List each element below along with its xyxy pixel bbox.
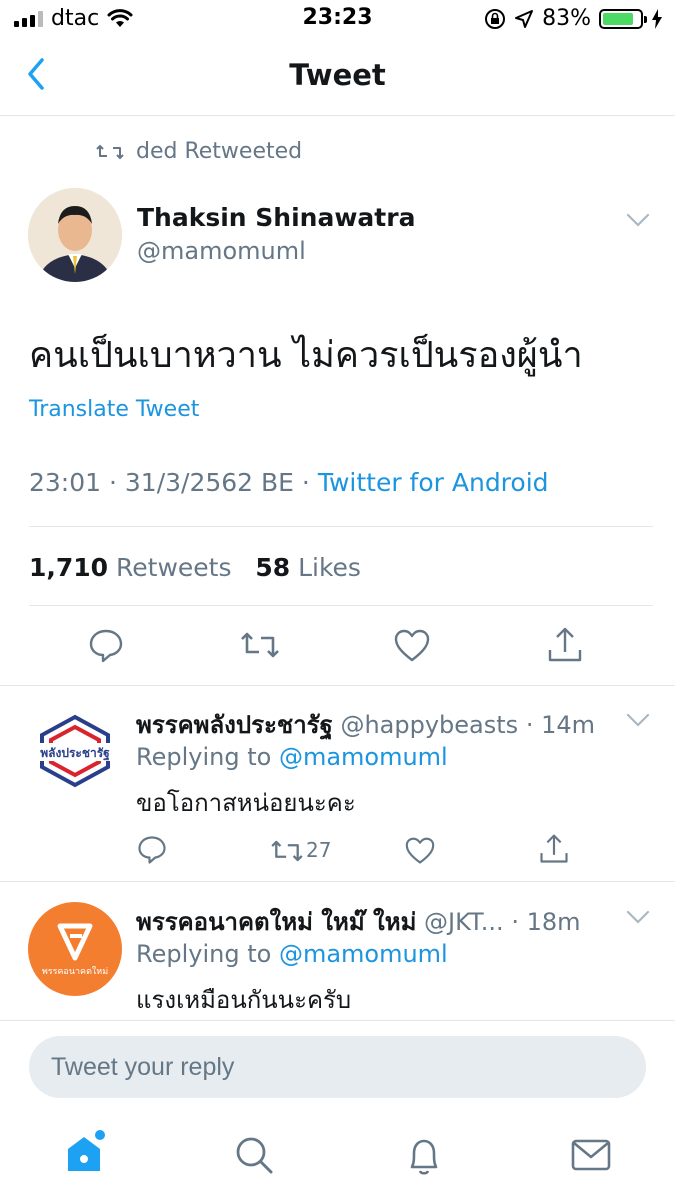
page-title: Tweet [289,58,386,92]
retweeted-by[interactable]: ded Retweeted [96,139,302,164]
battery-icon [599,8,647,29]
search-tab-icon[interactable] [234,1135,274,1175]
replying-to-link[interactable]: @mamomuml [279,743,448,771]
retweet-label[interactable]: Retweets [116,553,231,582]
future-forward-logo-icon: พรรคอนาคตใหม่ [42,923,108,977]
reply-icon[interactable] [137,835,167,865]
reply-icon[interactable] [88,628,124,664]
like-heart-icon[interactable] [394,629,430,663]
tweet-meta: 23:01 · 31/3/2562 BE · Twitter for Andro… [29,468,549,497]
replying-to-prefix: Replying to [136,743,279,771]
like-label[interactable]: Likes [298,553,361,582]
reply-author-handle[interactable]: @happybeasts · 14m [340,711,595,739]
tweet-text: คนเป็นเบาหวาน ไม่ควรเป็นรองผู้นำ [29,335,583,376]
reply-header: พรรคพลังประชารัฐ @happybeasts · 14m [136,705,595,744]
share-icon[interactable] [539,833,569,865]
chevron-down-icon[interactable] [626,213,650,227]
reply-item[interactable]: พรรคอนาคตใหม่ พรรคอนาคตใหม่ ใหม๊ ใหม่ @J… [0,902,675,1020]
status-right: 83% [484,6,663,31]
divider [29,526,653,527]
tweet-stats: 1,710 Retweets 58 Likes [29,553,361,582]
avatar-image [28,188,122,282]
reply-header: พรรคอนาคตใหม่ ใหม๊ ใหม่ @JKT... · 18m [136,902,581,941]
reply-retweet-count[interactable]: 27 [306,838,331,862]
retweet-icon [96,144,124,159]
reply-item[interactable]: พลังประชารัฐ พรรคพลังประชารัฐ @happybeas… [0,705,675,881]
author-handle[interactable]: @mamomuml [137,237,306,265]
pprp-logo-text: พลังประชารัฐ [40,746,110,761]
status-bar: dtac 23:23 83% [0,0,675,40]
reply-composer[interactable] [29,1036,646,1098]
reply-avatar[interactable]: พลังประชารัฐ [28,705,122,799]
reply-avatar[interactable]: พรรคอนาคตใหม่ [28,902,122,996]
reply-author-name[interactable]: พรรคพลังประชารัฐ [136,711,333,739]
reply-text: ขอโอกาสหน่อยนะคะ [136,789,356,817]
retweet-button-icon[interactable] [270,837,304,865]
chevron-down-icon[interactable] [626,713,650,727]
tweet-timestamp: 23:01 · 31/3/2562 BE · [29,468,318,497]
like-count[interactable]: 58 [255,553,290,582]
reply-author-name[interactable]: พรรคอนาคตใหม่ ใหม๊ ใหม่ [136,908,416,936]
reply-text: แรงเหมือนกันนะครับ [136,986,352,1014]
reply-author-handle[interactable]: @JKT... · 18m [424,908,580,936]
reply-input[interactable] [51,1036,621,1098]
replying-to: Replying to @mamomuml [136,940,448,968]
nav-bar: Tweet [0,40,675,116]
tab-bar [0,1115,675,1200]
notifications-tab-icon[interactable] [404,1135,444,1177]
divider [0,881,675,882]
share-icon[interactable] [547,626,583,664]
messages-tab-icon[interactable] [571,1139,611,1171]
chevron-down-icon[interactable] [626,910,650,924]
retweet-count[interactable]: 1,710 [29,553,108,582]
battery-percent: 83% [542,6,591,31]
replying-to-prefix: Replying to [136,940,279,968]
author-avatar[interactable] [28,188,122,282]
rotation-lock-icon [485,8,506,29]
charging-bolt-icon [652,8,662,29]
tweet-actions [0,620,675,676]
replying-to-link[interactable]: @mamomuml [279,940,448,968]
retweeted-label: ded Retweeted [136,139,303,164]
location-icon [515,9,534,28]
retweet-button-icon[interactable] [240,628,280,662]
future-forward-logo-text: พรรคอนาคตใหม่ [42,966,108,977]
home-tab-icon[interactable] [62,1127,110,1175]
author-name[interactable]: Thaksin Shinawatra [137,203,415,232]
translate-tweet-link[interactable]: Translate Tweet [29,397,199,422]
tweet-source-link[interactable]: Twitter for Android [318,468,549,497]
divider [0,1020,675,1021]
divider [29,605,653,606]
replying-to: Replying to @mamomuml [136,743,448,771]
divider [0,685,675,686]
pprp-logo-icon: พลังประชารัฐ [32,714,118,788]
like-heart-icon[interactable] [405,837,435,865]
